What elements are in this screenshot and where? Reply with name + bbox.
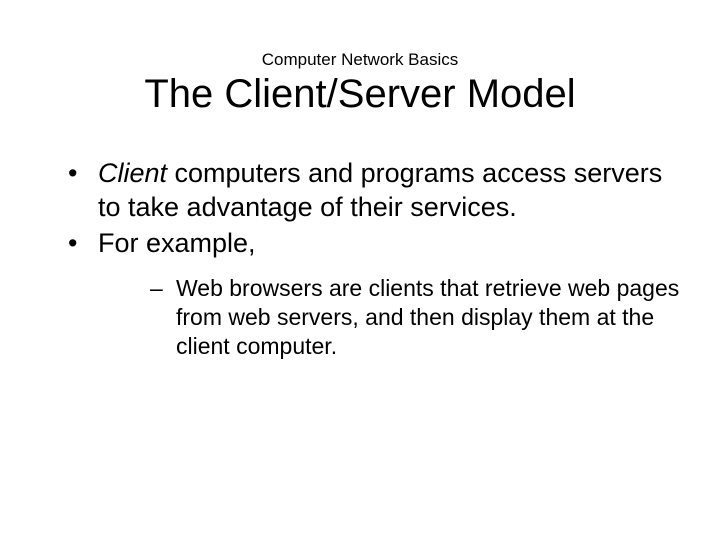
list-item: Client computers and programs access ser… [50,157,680,225]
bullet-text: For example, [98,228,256,258]
sub-list-item: Web browsers are clients that retrieve w… [98,274,680,360]
slide-header: Computer Network Basics The Client/Serve… [40,50,680,117]
list-item: For example, Web browsers are clients th… [50,227,680,361]
bullet-list: Client computers and programs access ser… [50,157,680,361]
bullet-text: computers and programs access servers to… [98,158,662,222]
sub-bullet-text: Web browsers are clients that retrieve w… [176,275,679,359]
slide-supertitle: Computer Network Basics [40,50,680,70]
sub-bullet-list: Web browsers are clients that retrieve w… [98,274,680,360]
slide-title: The Client/Server Model [40,72,680,117]
italic-term: Client [98,158,167,188]
slide-content: Client computers and programs access ser… [40,157,680,361]
